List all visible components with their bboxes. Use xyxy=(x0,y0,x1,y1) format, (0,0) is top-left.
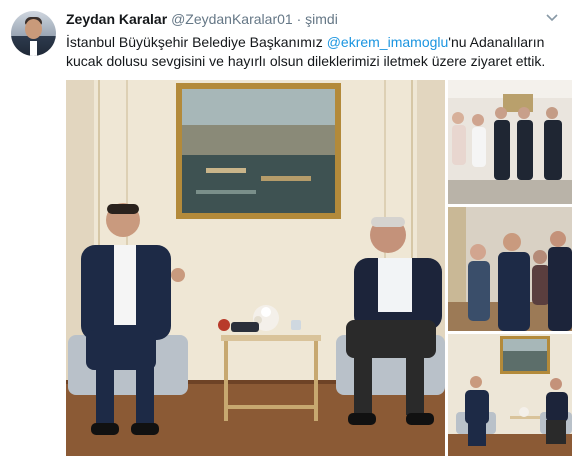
tweet-text-part: İstanbul Büyükşehir Belediye Başkanımız xyxy=(66,34,327,50)
avatar-face xyxy=(25,19,42,39)
mention-link[interactable]: @ekrem_imamoglu xyxy=(327,34,449,50)
photo-seated[interactable] xyxy=(448,334,572,456)
tweet-header: Zeydan Karalar @ZeydanKaralar01 · şimdi xyxy=(66,11,338,27)
photo-handshake[interactable] xyxy=(448,207,572,331)
tweet: Zeydan Karalar @ZeydanKaralar01 · şimdi … xyxy=(0,0,573,456)
photo-group[interactable] xyxy=(448,80,572,204)
chevron-down-icon[interactable] xyxy=(545,13,559,23)
author-handle[interactable]: @ZeydanKaralar01 xyxy=(171,11,293,27)
avatar[interactable] xyxy=(11,11,56,56)
separator: · xyxy=(296,11,302,27)
avatar-shirt xyxy=(30,41,37,56)
photo-main[interactable] xyxy=(66,80,445,456)
tweet-text: İstanbul Büyükşehir Belediye Başkanımız … xyxy=(66,33,561,71)
timestamp[interactable]: şimdi xyxy=(305,11,338,27)
author-name[interactable]: Zeydan Karalar xyxy=(66,11,167,27)
media-grid xyxy=(66,80,572,456)
